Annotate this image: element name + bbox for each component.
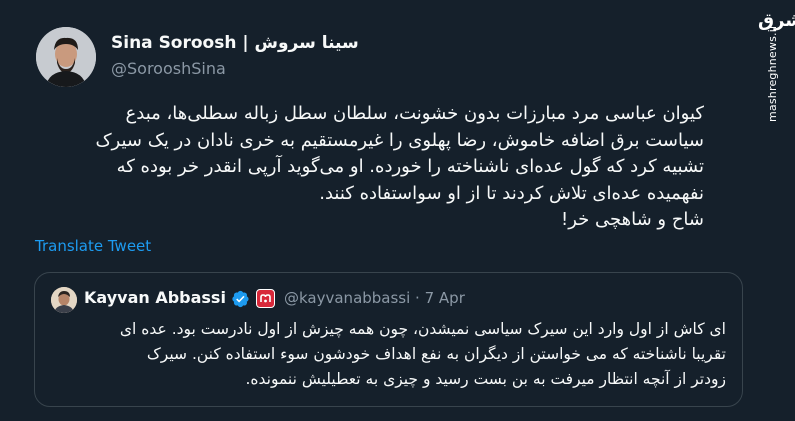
translate-tweet-link[interactable]: Translate Tweet <box>35 237 151 255</box>
tweet-text-line: نفهمیده عده‌ای تلاش کردند تا از او سواست… <box>319 182 704 204</box>
quoted-author-avatar-image <box>51 287 77 313</box>
quoted-text-line: تقریبا ناشناخته که می خواستن از دیگران ب… <box>146 345 726 363</box>
tweet-text-line: سیاست برق اضافه خاموش، رضا پهلوی را غیرم… <box>95 129 704 151</box>
tweet-text: کیوان عباسی مرد مبارزات بدون خشونت، سلطا… <box>34 101 704 234</box>
quoted-handle-date: @kayvanabbassi · 7 Apr <box>284 289 465 307</box>
tweet-text-line: شاح و شاهچی خر! <box>561 209 704 230</box>
affiliation-badge-icon <box>256 289 275 308</box>
author-display-name[interactable]: Sina Soroosh | سینا سروش <box>111 33 359 53</box>
quoted-text-line: ای کاش از اول وارد این سیرک سیاسی نمیشدن… <box>119 320 726 338</box>
quoted-author-avatar[interactable] <box>51 287 77 313</box>
quoted-author-name[interactable]: Kayvan Abbassi <box>84 288 226 307</box>
quoted-tweet-card[interactable]: Kayvan Abbassi @kayvanabbassi · 7 Apr ای… <box>34 272 743 407</box>
verified-badge-icon <box>232 290 249 308</box>
mashregh-watermark: مشرق mashreghnews.ir <box>756 0 795 130</box>
quoted-tweet-text: ای کاش از اول وارد این سیرک سیاسی نمیشدن… <box>51 317 726 392</box>
author-handle[interactable]: @SorooshSina <box>111 59 226 78</box>
author-avatar[interactable] <box>36 27 96 87</box>
mashregh-url: mashreghnews.ir <box>766 24 779 122</box>
quoted-text-line: زودتر از آنچه انتظار میرفت به بن بست رسی… <box>245 370 726 388</box>
tweet-text-line: تشبیه کرد که گول عده‌ای ناشناخته را خورد… <box>116 156 704 177</box>
affiliation-logo-icon <box>260 294 271 303</box>
author-avatar-image <box>36 27 96 87</box>
tweet-text-line: کیوان عباسی مرد مبارزات بدون خشونت، سلطا… <box>125 103 704 124</box>
